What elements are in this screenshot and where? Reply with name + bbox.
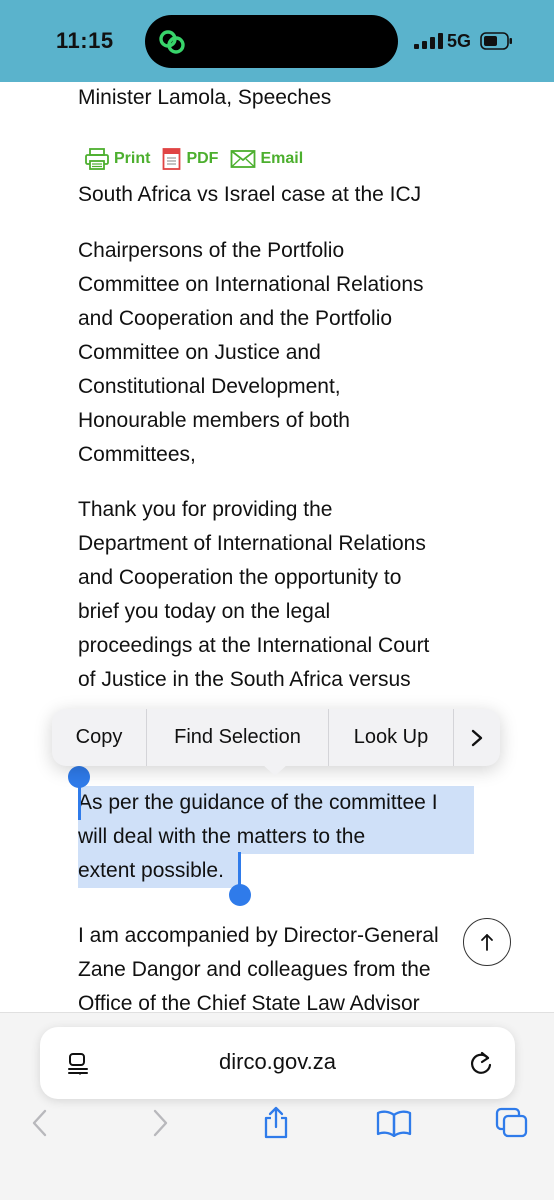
text-line: Committee on International Relations bbox=[78, 273, 424, 296]
text-line: Committees, bbox=[78, 443, 196, 466]
selection-end-caret bbox=[238, 852, 241, 888]
menu-more-button[interactable] bbox=[454, 709, 500, 766]
text-line: Honourable members of both bbox=[78, 409, 350, 432]
text-selection-menu: Copy Find Selection Look Up bbox=[52, 709, 500, 766]
text-line: Constitutional Development, bbox=[78, 375, 341, 398]
selection-start-caret bbox=[78, 784, 81, 820]
text-line: extent possible. bbox=[78, 859, 224, 882]
battery-icon bbox=[480, 32, 512, 50]
menu-pointer bbox=[262, 764, 288, 776]
book-icon bbox=[376, 1110, 412, 1137]
email-label: Email bbox=[260, 150, 304, 167]
pdf-file-icon bbox=[163, 148, 181, 170]
share-links: Print PDF Email bbox=[84, 148, 315, 170]
chevron-right-icon bbox=[153, 1109, 168, 1137]
app-logo-icon bbox=[159, 30, 185, 54]
text-line: and Cooperation the opportunity to bbox=[78, 566, 402, 589]
text-line: will deal with the matters to the bbox=[78, 825, 366, 848]
text-line: of Justice in the South Africa versus bbox=[78, 668, 411, 691]
article-title: South Africa vs Israel case at the ICJ bbox=[78, 183, 422, 206]
menu-item-copy[interactable]: Copy bbox=[52, 709, 147, 766]
email-link[interactable]: Email bbox=[230, 149, 303, 169]
paragraph-salutation: Chairpersons of the Portfolio Committee … bbox=[78, 234, 478, 472]
forward-button[interactable] bbox=[140, 1103, 180, 1143]
bookmarks-button[interactable] bbox=[374, 1103, 414, 1143]
chevron-right-icon bbox=[471, 729, 483, 746]
pdf-link[interactable]: PDF bbox=[162, 148, 218, 170]
breadcrumb[interactable]: Minister Lamola, Speeches bbox=[78, 86, 331, 110]
text-line: Thank you for providing the bbox=[78, 498, 333, 521]
menu-item-find-selection[interactable]: Find Selection bbox=[147, 709, 329, 766]
address-bar[interactable]: dirco.gov.za bbox=[40, 1027, 515, 1099]
tabs-icon bbox=[495, 1107, 528, 1138]
pdf-label: PDF bbox=[186, 150, 219, 167]
print-label: Print bbox=[114, 150, 151, 167]
text-line: and Cooperation and the Portfolio bbox=[78, 307, 393, 330]
status-bar: 11:15 5G bbox=[0, 0, 554, 82]
dynamic-island bbox=[145, 15, 398, 68]
arrow-up-icon bbox=[481, 934, 493, 951]
menu-item-look-up[interactable]: Look Up bbox=[329, 709, 454, 766]
share-button[interactable] bbox=[256, 1103, 296, 1143]
chevron-left-icon bbox=[32, 1109, 47, 1137]
scroll-to-top-button[interactable] bbox=[463, 918, 511, 966]
paragraph-accompanied: I am accompanied by Director-General Zan… bbox=[78, 919, 478, 1012]
cellular-signal-icon bbox=[414, 33, 443, 49]
browser-toolbar: dirco.gov.za bbox=[0, 1012, 554, 1200]
paragraph-selected[interactable]: As per the guidance of the committee I w… bbox=[78, 786, 478, 888]
text-line: brief you today on the legal bbox=[78, 600, 331, 623]
text-line: Zane Dangor and colleagues from the bbox=[78, 958, 431, 981]
url-text: dirco.gov.za bbox=[219, 1049, 336, 1074]
tabs-button[interactable] bbox=[492, 1103, 532, 1143]
text-line: Office of the Chief State Law Advisor bbox=[78, 992, 420, 1012]
text-line: I am accompanied by Director-General bbox=[78, 924, 439, 947]
envelope-icon bbox=[231, 150, 256, 168]
status-time: 11:15 bbox=[56, 28, 114, 53]
text-line: Committee on Justice and bbox=[78, 341, 321, 364]
selection-end-handle[interactable] bbox=[229, 884, 251, 906]
text-line: proceedings at the International Court bbox=[78, 634, 430, 657]
share-icon bbox=[264, 1106, 288, 1139]
text-line: Chairpersons of the Portfolio bbox=[78, 239, 345, 262]
print-link[interactable]: Print bbox=[84, 148, 150, 170]
text-line: Department of International Relations bbox=[78, 532, 426, 555]
printer-icon bbox=[85, 148, 109, 170]
paragraph-thanks: Thank you for providing the Department o… bbox=[78, 493, 478, 697]
network-type: 5G bbox=[447, 31, 472, 51]
text-line: As per the guidance of the committee I bbox=[78, 791, 438, 814]
back-button[interactable] bbox=[20, 1103, 60, 1143]
reload-icon[interactable] bbox=[469, 1050, 493, 1076]
